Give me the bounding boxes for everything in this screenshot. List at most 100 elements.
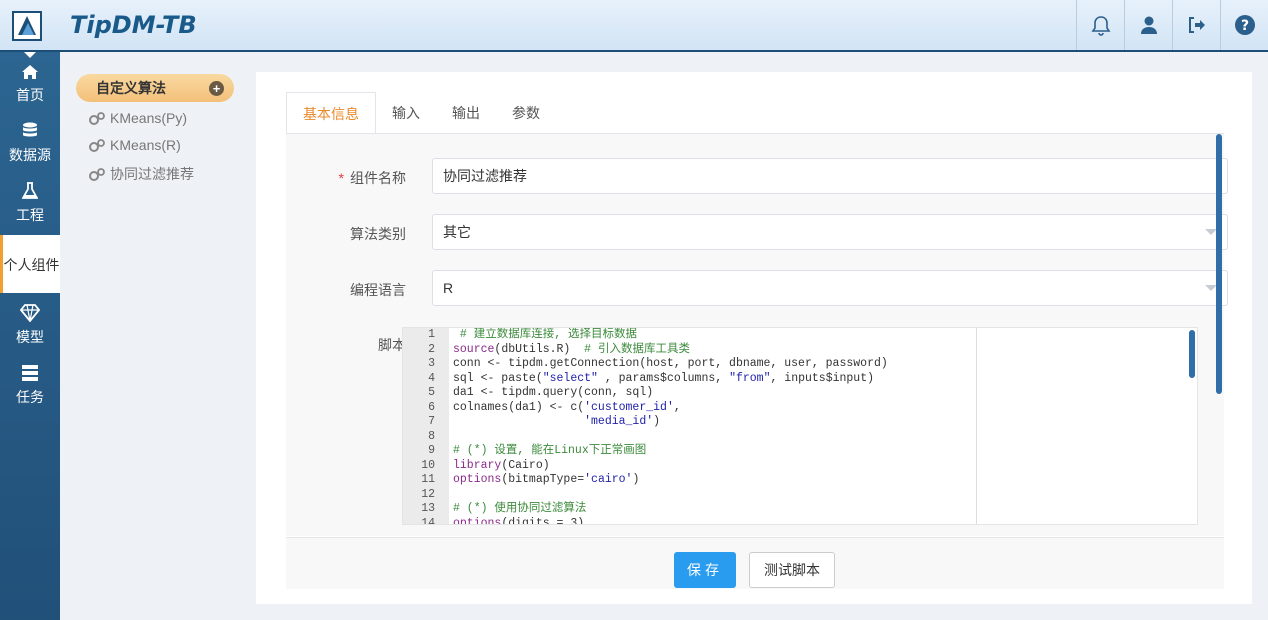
nav-label: 任务 bbox=[16, 389, 44, 405]
code-line: 3 conn <- tipdm.getConnection(host, port,… bbox=[403, 357, 888, 372]
code-text: library(Cairo) bbox=[453, 458, 550, 472]
code-line: 10 library(Cairo) bbox=[403, 458, 549, 474]
code-line: 11 options(bitmapType='cairo') bbox=[403, 473, 639, 488]
line-number: 1 bbox=[428, 328, 435, 341]
code-text: # 建立数据库连接, 选择目标数据 bbox=[459, 328, 638, 341]
line-number: 8 bbox=[428, 429, 435, 443]
logout-icon[interactable] bbox=[1172, 0, 1220, 50]
component-name-input[interactable]: 协同过滤推荐 bbox=[432, 158, 1228, 194]
algorithm-category-select[interactable]: 其它 bbox=[432, 214, 1228, 250]
custom-algorithm-header[interactable]: 自定义算法 + bbox=[76, 74, 234, 102]
line-number: 9 bbox=[428, 444, 435, 457]
test-script-button[interactable]: 测试脚本 bbox=[749, 552, 835, 588]
main-panel: 基本信息 输入 输出 参数 * 组件名称 协同过滤推荐 算法类别 其它 编程语言 … bbox=[256, 72, 1252, 604]
nav-label: 模型 bbox=[16, 329, 44, 345]
line-number: 7 bbox=[428, 415, 435, 428]
code-content[interactable]: 1 # 建立数据库连接, 选择目标数据 2 source(dbUtils.R) # … bbox=[403, 328, 888, 525]
code-text: source(dbUtils.R) # 引入数据库工具类 bbox=[453, 342, 690, 356]
script-label: 脚本 bbox=[378, 337, 406, 353]
line-number: 3 bbox=[428, 357, 435, 370]
component-sidebar: 自定义算法 + KMeans(Py) KMeans(R) 协同过滤推荐 bbox=[60, 52, 244, 620]
code-line: 1 # 建立数据库连接, 选择目标数据 bbox=[403, 328, 637, 343]
code-text: 'media_id') bbox=[584, 415, 661, 428]
sidebar-item-kmeans-r[interactable]: KMeans(R) bbox=[88, 137, 181, 153]
code-text: options(digits = 3) bbox=[453, 516, 585, 525]
component-name-label: * 组件名称 bbox=[338, 170, 406, 186]
code-line: 2 source(dbUtils.R) # 引入数据库工具类 bbox=[403, 342, 690, 358]
cogs-icon bbox=[89, 168, 105, 181]
language-value: R bbox=[443, 280, 454, 296]
code-text: colnames(da1) <- c('customer_id', bbox=[453, 400, 681, 414]
line-number: 6 bbox=[428, 400, 435, 414]
save-button[interactable]: 保存 bbox=[674, 552, 736, 588]
code-text: da1 <- tipdm.query(conn, sql) bbox=[453, 386, 654, 399]
required-asterisk: * bbox=[338, 170, 344, 186]
tab-output[interactable]: 输出 bbox=[436, 92, 496, 134]
editor-scrollbar[interactable] bbox=[1189, 330, 1195, 378]
sidebar-item-collab-filter[interactable]: 协同过滤推荐 bbox=[88, 164, 194, 184]
sidebar-item-label: KMeans(Py) bbox=[110, 110, 188, 126]
line-number: 12 bbox=[421, 487, 435, 501]
sidebar-item-label: KMeans(R) bbox=[110, 137, 181, 153]
top-bar: TipDM-TB ? bbox=[0, 0, 1268, 52]
nav-item-home[interactable]: 首页 bbox=[0, 64, 60, 105]
language-select[interactable]: R bbox=[432, 270, 1228, 306]
custom-algorithm-label: 自定义算法 bbox=[96, 80, 166, 96]
flask-icon bbox=[21, 182, 39, 199]
add-circle-icon[interactable]: + bbox=[209, 81, 224, 96]
code-line: 12 bbox=[403, 488, 435, 503]
code-line: 13 # (*) 使用协同过滤算法 bbox=[403, 502, 586, 517]
form-footer: 保存 测试脚本 bbox=[286, 537, 1224, 589]
logo-icon[interactable] bbox=[12, 11, 42, 41]
tab-input[interactable]: 输入 bbox=[376, 92, 436, 134]
nav-item-personal-components[interactable]: 个人组件 bbox=[0, 235, 60, 293]
code-text: # (*) 使用协同过滤算法 bbox=[453, 502, 587, 515]
tab-params[interactable]: 参数 bbox=[496, 92, 556, 134]
panel-scrollbar[interactable] bbox=[1216, 134, 1222, 394]
language-label: 编程语言 bbox=[350, 282, 406, 298]
code-text: # (*) 设置, 能在Linux下正常画图 bbox=[453, 444, 647, 457]
code-line: 14 options(digits = 3) bbox=[403, 516, 584, 525]
user-icon[interactable] bbox=[1124, 0, 1172, 50]
nav-item-datasource[interactable]: 数据源 bbox=[0, 122, 60, 165]
nav-item-project[interactable]: 工程 bbox=[0, 182, 60, 225]
cogs-icon bbox=[89, 139, 105, 152]
tab-bar: 基本信息 输入 输出 参数 bbox=[286, 92, 556, 134]
line-number: 5 bbox=[428, 386, 435, 399]
nav-item-model[interactable]: 模型 bbox=[0, 304, 60, 347]
code-text: conn <- tipdm.getConnection(host, port, … bbox=[453, 357, 888, 370]
code-text: options(bitmapType='cairo') bbox=[453, 473, 640, 486]
code-line: 8 bbox=[403, 430, 435, 445]
bell-icon[interactable] bbox=[1076, 0, 1124, 50]
print-margin bbox=[976, 328, 977, 524]
home-icon bbox=[22, 65, 38, 79]
line-number: 11 bbox=[421, 473, 435, 486]
code-line: 9 # (*) 设置, 能在Linux下正常画图 bbox=[403, 444, 646, 459]
database-icon bbox=[23, 122, 37, 137]
cogs-icon bbox=[89, 112, 105, 125]
collapse-chevron-icon[interactable] bbox=[0, 46, 60, 62]
algorithm-category-value: 其它 bbox=[443, 224, 471, 240]
help-icon[interactable]: ? bbox=[1220, 0, 1268, 50]
svg-text:?: ? bbox=[1240, 18, 1248, 34]
nav-item-tasks[interactable]: 任务 bbox=[0, 364, 60, 407]
code-line: 4 sql <- paste("select" , params$columns,… bbox=[403, 371, 874, 387]
line-number: 10 bbox=[421, 458, 435, 472]
line-number: 2 bbox=[428, 342, 435, 356]
code-line: 5 da1 <- tipdm.query(conn, sql) bbox=[403, 386, 653, 401]
sidebar-item-label: 协同过滤推荐 bbox=[110, 166, 194, 182]
nav-label: 工程 bbox=[16, 207, 44, 223]
sidebar-item-kmeans-py[interactable]: KMeans(Py) bbox=[88, 110, 187, 126]
line-number: 14 bbox=[421, 516, 435, 525]
nav-label: 个人组件 bbox=[3, 257, 60, 273]
code-text: sql <- paste("select" , params$columns, … bbox=[453, 371, 875, 385]
line-number: 4 bbox=[428, 371, 435, 385]
code-line: 6 colnames(da1) <- c('customer_id', bbox=[403, 400, 681, 416]
tasks-icon bbox=[22, 365, 38, 381]
line-number: 13 bbox=[421, 502, 435, 515]
algorithm-category-label: 算法类别 bbox=[350, 226, 406, 242]
code-line: 7 'media_id') bbox=[403, 415, 660, 430]
script-editor[interactable]: 1 # 建立数据库连接, 选择目标数据 2 source(dbUtils.R) # … bbox=[402, 327, 1198, 525]
left-nav: 首页 数据源 工程 个人组件 模型 任务 bbox=[0, 52, 60, 620]
tab-basic-info[interactable]: 基本信息 bbox=[286, 92, 376, 134]
